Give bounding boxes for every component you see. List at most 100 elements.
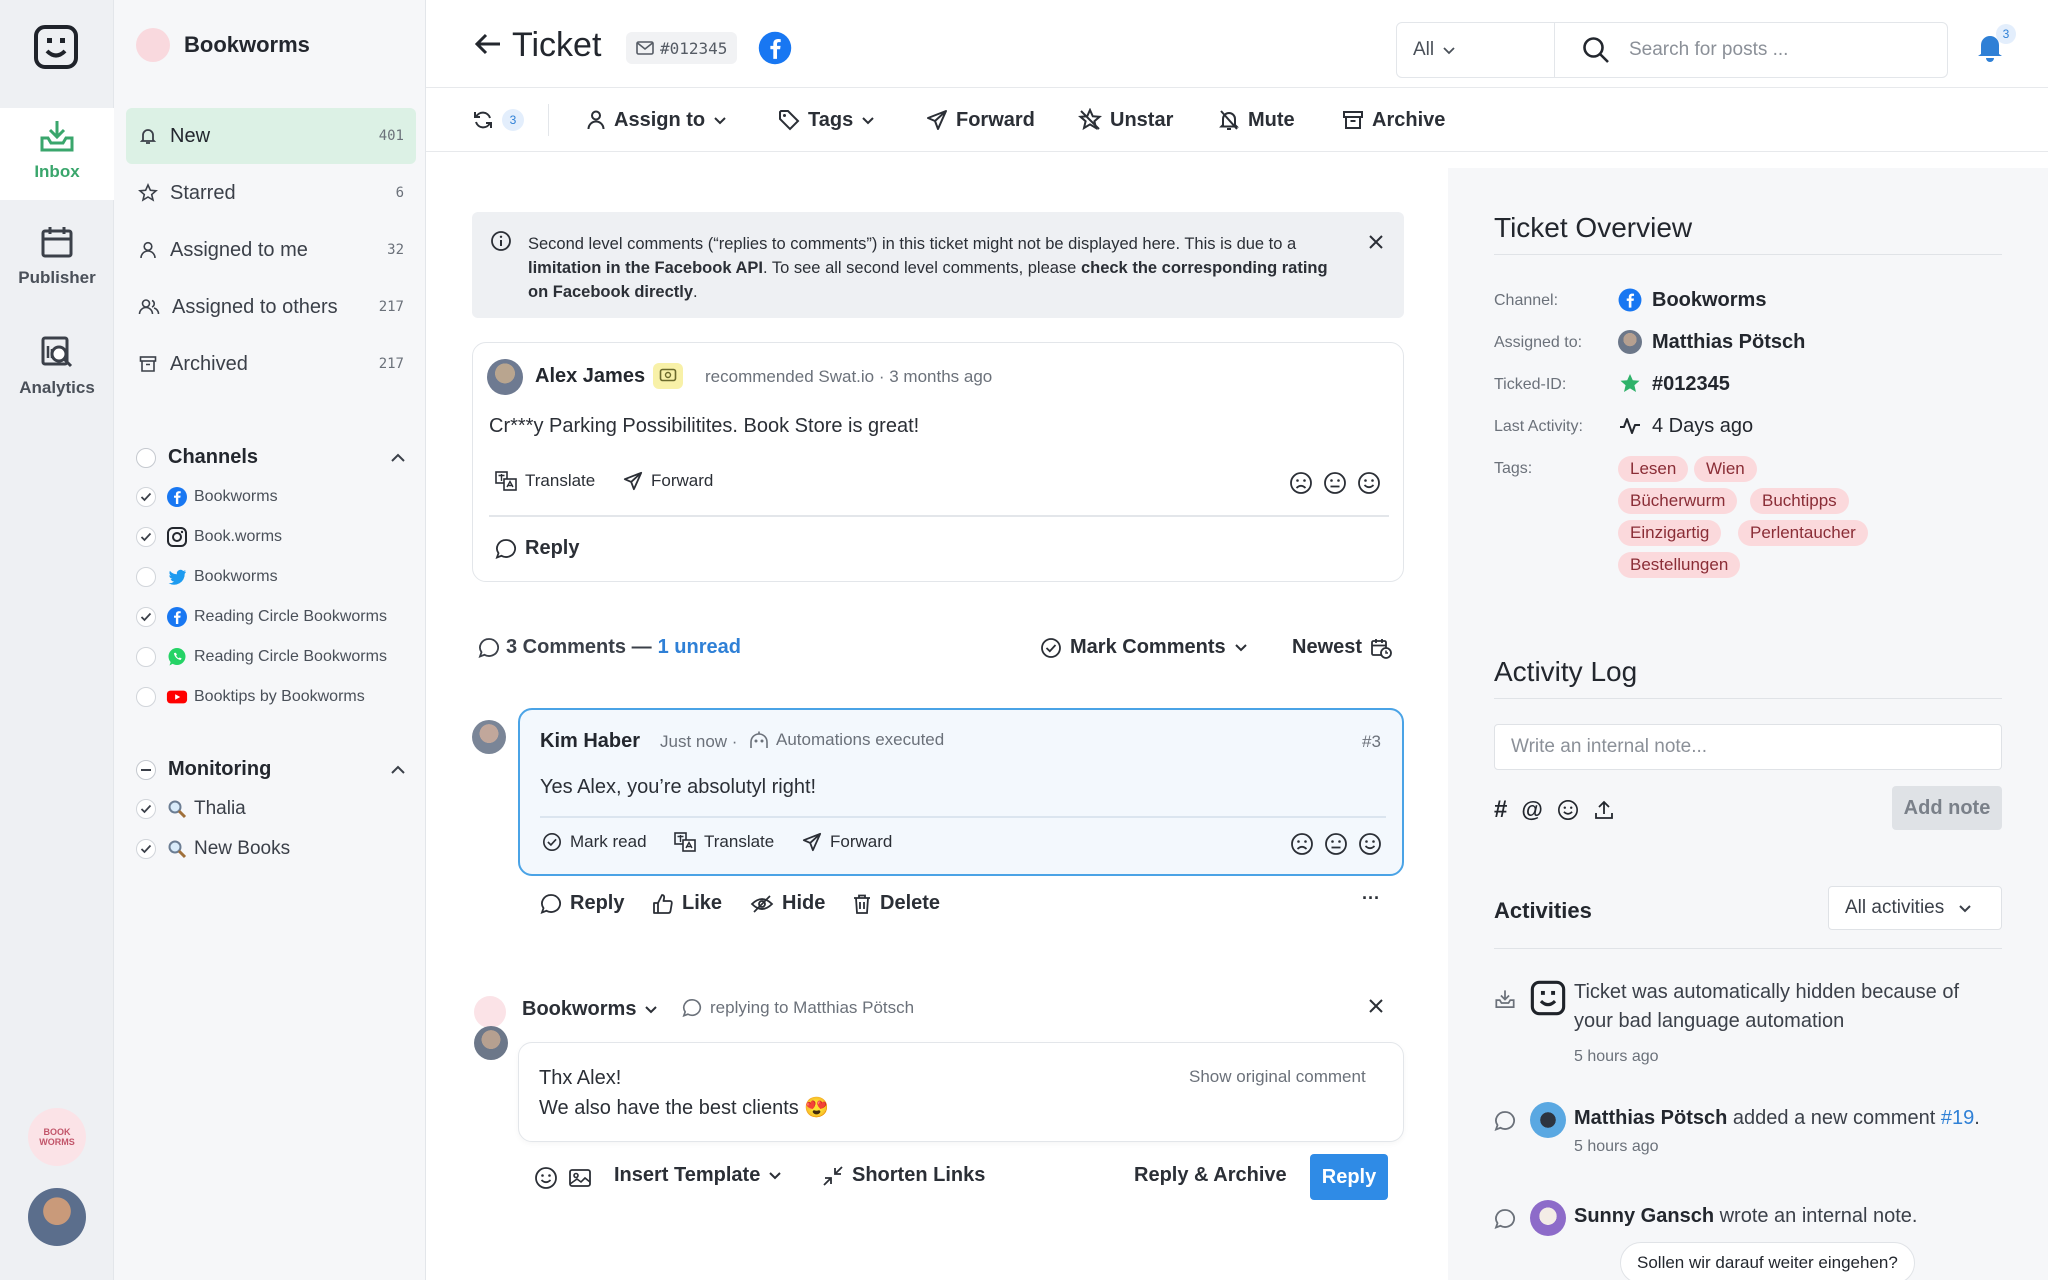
forward-button[interactable]: Forward [926,88,1035,152]
mention-icon[interactable]: @ [1521,797,1542,823]
channel-checkbox[interactable] [136,687,156,707]
close-composer-icon[interactable] [1368,998,1384,1014]
internal-note-input[interactable]: Write an internal note... [1494,724,2002,770]
channel-item[interactable]: Booktips by Bookworms [136,686,416,708]
channel-item[interactable]: Reading Circle Bookworms [136,606,416,628]
calendar-icon [41,227,73,258]
nav-item-starred[interactable]: Starred 6 [126,165,416,221]
happy-face-icon[interactable] [1357,471,1381,495]
tag-chip[interactable]: Wien [1694,456,1757,482]
reply-textarea[interactable]: Thx Alex! We also have the best clients … [518,1042,1404,1142]
channel-value[interactable]: Bookworms [1618,288,1766,312]
rail-publisher[interactable]: Publisher [0,224,114,288]
more-options-button[interactable]: ··· [1362,888,1380,909]
brand-header[interactable]: Bookworms [136,28,310,62]
channel-checkbox[interactable] [136,487,156,507]
channels-select-all[interactable] [136,447,156,468]
neutral-face-icon[interactable] [1324,832,1348,856]
channel-checkbox[interactable] [136,567,156,587]
post-translate-button[interactable]: Translate [495,471,595,491]
activity-user-name[interactable]: Sunny Gansch [1574,1205,1714,1227]
nav-item-assigned-to-me[interactable]: Assigned to me 32 [126,222,416,278]
unstar-button[interactable]: Unstar [1078,88,1173,152]
hashtag-icon[interactable]: # [1494,796,1507,824]
tag-chip[interactable]: Einzigartig [1618,520,1722,546]
search-filter-dropdown[interactable]: All [1397,23,1555,77]
comment-translate-button[interactable]: Translate [674,832,774,852]
like-button[interactable]: Like [652,892,722,915]
brand-avatar[interactable]: BOOK WORMS [28,1108,86,1166]
activity-user-avatar [1530,1200,1566,1236]
comment-author-name[interactable]: Kim Haber [540,730,640,753]
monitoring-checkbox[interactable] [136,839,156,859]
channel-checkbox[interactable] [136,527,156,547]
composer-account-dropdown[interactable]: Bookworms [522,998,658,1021]
insert-template-dropdown[interactable]: Insert Template [614,1164,782,1187]
monitoring-checkbox[interactable] [136,799,156,819]
sort-newest-button[interactable]: Newest [1292,636,1392,659]
rail-inbox[interactable]: Inbox [0,108,114,200]
channels-section-header[interactable]: Channels [136,446,416,469]
nav-item-assigned-to-others[interactable]: Assigned to others 217 [126,279,416,335]
archive-button[interactable]: Archive [1342,88,1445,152]
user-avatar[interactable] [28,1188,86,1246]
channel-item[interactable]: Bookworms [136,486,416,508]
neutral-face-icon[interactable] [1323,471,1347,495]
channel-checkbox[interactable] [136,647,156,667]
channel-item[interactable]: Book.worms [136,526,416,548]
notifications-button[interactable]: 3 [1976,24,2016,62]
sad-face-icon[interactable] [1289,471,1313,495]
monitoring-item[interactable]: Thalia [136,798,416,820]
tags-button[interactable]: Tags [778,88,875,152]
reply-and-archive-button[interactable]: Reply & Archive [1134,1164,1287,1187]
mute-button[interactable]: Mute [1218,88,1295,152]
show-original-link[interactable]: Show original comment [1189,1067,1366,1087]
channel-checkbox[interactable] [136,607,156,627]
tag-chip[interactable]: Buchtipps [1750,488,1849,514]
post-forward-button[interactable]: Forward [623,471,713,491]
assigned-value[interactable]: Matthias Pötsch [1618,330,1805,354]
channel-item[interactable]: Reading Circle Bookworms [136,646,416,668]
chevron-up-icon[interactable] [390,765,406,775]
tag-chip[interactable]: Bestellungen [1618,552,1741,578]
upload-icon[interactable] [1593,799,1615,821]
tag-chip[interactable]: Bücherwurm [1618,488,1738,514]
facebook-icon [1618,288,1642,312]
app-logo-icon[interactable] [33,24,79,70]
post-reply-button[interactable]: Reply [495,537,579,560]
mark-read-button[interactable]: Mark read [542,832,647,852]
emoji-icon[interactable] [534,1166,558,1190]
shorten-links-button[interactable]: Shorten Links [822,1164,985,1187]
emoji-icon[interactable] [1557,799,1579,821]
assign-to-button[interactable]: Assign to [586,88,727,152]
comment-reply-button[interactable]: Reply [540,892,624,915]
back-arrow-icon[interactable] [474,32,502,56]
tag-chip[interactable]: Perlentaucher [1738,520,1868,546]
monitoring-section-header[interactable]: Monitoring [136,758,416,781]
hide-button[interactable]: Hide [750,892,825,915]
monitoring-select-all[interactable] [136,759,156,780]
monitoring-item[interactable]: New Books [136,838,416,860]
chevron-up-icon[interactable] [390,453,406,463]
activities-filter-dropdown[interactable]: All activities [1828,886,2002,930]
close-icon[interactable] [1368,234,1384,250]
nav-item-new[interactable]: New 401 [126,108,416,164]
happy-face-icon[interactable] [1358,832,1382,856]
rail-analytics[interactable]: Analytics [0,334,114,398]
channel-item[interactable]: Bookworms [136,566,416,588]
delete-button[interactable]: Delete [852,892,940,915]
sync-button[interactable]: 3 [472,88,524,152]
post-author-name[interactable]: Alex James [535,365,645,388]
nav-item-archived[interactable]: Archived 217 [126,336,416,392]
comment-forward-button[interactable]: Forward [802,832,892,852]
sad-face-icon[interactable] [1290,832,1314,856]
comment-link[interactable]: #19 [1941,1107,1974,1129]
unread-link[interactable]: 1 unread [658,636,741,659]
search-input[interactable]: Search for posts ... [1629,39,1788,61]
image-icon[interactable] [568,1166,592,1190]
reply-button[interactable]: Reply [1310,1154,1388,1200]
mark-comments-dropdown[interactable]: Mark Comments [1040,636,1248,659]
activity-user-name[interactable]: Matthias Pötsch [1574,1107,1727,1129]
tag-chip[interactable]: Lesen [1618,456,1689,482]
add-note-button[interactable]: Add note [1892,786,2002,830]
